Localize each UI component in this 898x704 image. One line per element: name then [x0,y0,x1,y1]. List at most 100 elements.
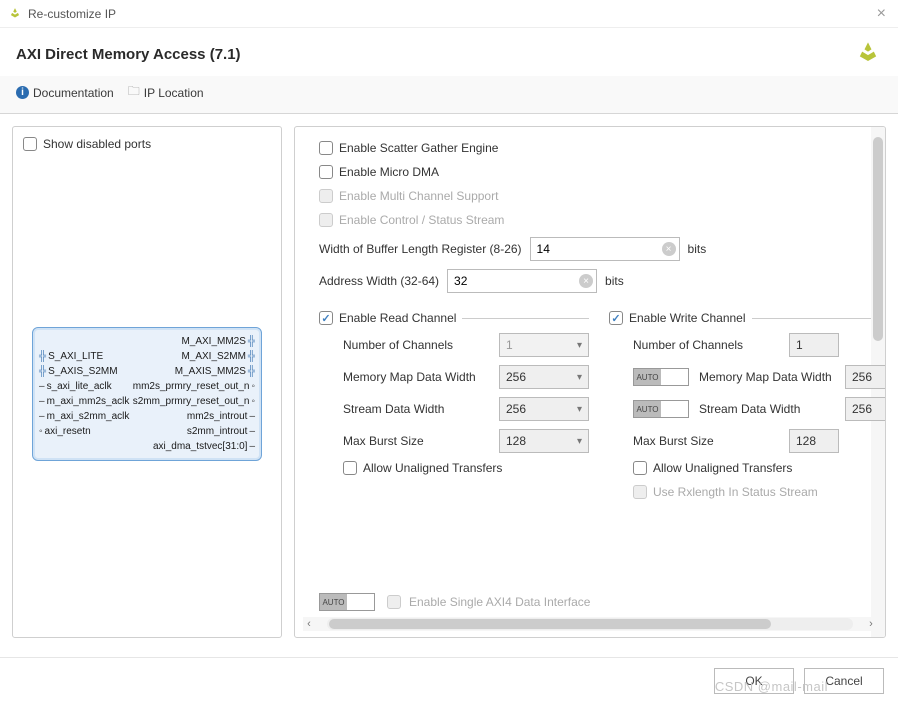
enable-read-channel-label: Enable Read Channel [339,311,456,325]
read-channel-group: Enable Read Channel Number of Channels 1… [319,301,589,509]
read-allow-unaligned-row[interactable]: Allow Unaligned Transfers [343,461,589,475]
header: AXI Direct Memory Access (7.1) [0,28,898,76]
write-allow-unaligned-checkbox[interactable] [633,461,647,475]
single-axi4-label: Enable Single AXI4 Data Interface [409,595,590,609]
buffer-length-unit: bits [688,242,707,256]
vendor-logo-icon [854,40,882,68]
write-use-rxlength-label: Use Rxlength In Status Stream [653,485,818,499]
ip-location-link[interactable]: 🗀 IP Location [128,82,204,103]
left-panel: Show disabled ports M_AXI_MM2S╬ ╬S_AXI_L… [12,126,282,638]
write-allow-unaligned-label: Allow Unaligned Transfers [653,461,792,475]
write-mem-map-auto-toggle[interactable]: AUTO [633,368,689,386]
write-stream-auto-toggle[interactable]: AUTO [633,400,689,418]
read-burst-select[interactable]: 128 ▾ [499,429,589,453]
port-right: axi_dma_tstvec[31:0] [153,440,248,453]
toolbar: i Documentation 🗀 IP Location [0,76,898,114]
address-width-label: Address Width (32-64) [319,274,439,288]
ip-block-diagram: M_AXI_MM2S╬ ╬S_AXI_LITE M_AXI_S2MM╬ ╬S_A… [32,327,262,461]
port-left: m_axi_s2mm_aclk [47,410,130,423]
enable-ctrl-status-row: Enable Control / Status Stream [319,213,861,227]
show-disabled-ports-checkbox[interactable] [23,137,37,151]
enable-scatter-gather-checkbox[interactable] [319,141,333,155]
write-allow-unaligned-row[interactable]: Allow Unaligned Transfers [633,461,885,475]
app-logo-icon [8,7,22,21]
port-right: M_AXIS_MM2S [175,365,246,378]
close-icon[interactable]: × [873,5,890,23]
page-title: AXI Direct Memory Access (7.1) [16,46,854,63]
enable-read-channel-checkbox[interactable] [319,311,333,325]
port-right: s2mm_introut [187,425,248,438]
read-burst-value: 128 [506,434,526,448]
address-width-input[interactable] [447,269,597,293]
enable-scatter-gather-row[interactable]: Enable Scatter Gather Engine [319,141,861,155]
single-axi4-auto-toggle[interactable]: AUTO [319,593,375,611]
clear-icon[interactable]: × [579,274,593,288]
buffer-length-row: Width of Buffer Length Register (8-26) ×… [319,237,861,261]
enable-ctrl-status-checkbox [319,213,333,227]
scroll-right-icon[interactable]: › [865,618,877,630]
show-disabled-ports-label: Show disabled ports [43,137,151,151]
read-burst-label: Max Burst Size [343,434,493,448]
enable-ctrl-status-label: Enable Control / Status Stream [339,213,504,227]
read-mem-map-label: Memory Map Data Width [343,370,493,384]
read-allow-unaligned-checkbox[interactable] [343,461,357,475]
port-left: axi_resetn [45,425,91,438]
enable-micro-dma-checkbox[interactable] [319,165,333,179]
write-use-rxlength-row: Use Rxlength In Status Stream [633,485,885,499]
port-left: S_AXI_LITE [48,350,103,363]
address-width-row: Address Width (32-64) × bits [319,269,861,293]
documentation-link[interactable]: i Documentation [16,86,114,100]
read-stream-value: 256 [506,402,526,416]
show-disabled-ports-row[interactable]: Show disabled ports [23,137,271,151]
chevron-down-icon: ▾ [577,340,582,351]
enable-micro-dma-label: Enable Micro DMA [339,165,439,179]
read-mem-map-select[interactable]: 256 ▾ [499,365,589,389]
write-stream-label: Stream Data Width [699,402,839,416]
enable-write-channel-label: Enable Write Channel [629,311,746,325]
buffer-length-label: Width of Buffer Length Register (8-26) [319,242,522,256]
cancel-button[interactable]: Cancel [804,668,884,694]
enable-multi-channel-label: Enable Multi Channel Support [339,189,498,203]
footer: OK Cancel [0,657,898,704]
ok-button[interactable]: OK [714,668,794,694]
enable-micro-dma-row[interactable]: Enable Micro DMA [319,165,861,179]
port-right: mm2s_introut [187,410,248,423]
chevron-down-icon: ▾ [577,436,582,447]
read-num-channels-label: Number of Channels [343,338,493,352]
read-mem-map-value: 256 [506,370,526,384]
port-left: m_axi_mm2s_aclk [47,395,130,408]
port-left: s_axi_lite_aclk [47,380,112,393]
titlebar: Re-customize IP × [0,0,898,28]
scroll-left-icon[interactable]: ‹ [303,618,315,630]
port-right: mm2s_prmry_reset_out_n [133,380,250,393]
horizontal-scrollbar[interactable]: ‹ › [303,617,877,631]
enable-scatter-gather-label: Enable Scatter Gather Engine [339,141,498,155]
chevron-down-icon: ▾ [577,372,582,383]
documentation-label: Documentation [33,86,114,100]
ip-location-label: IP Location [144,86,204,100]
read-allow-unaligned-label: Allow Unaligned Transfers [363,461,502,475]
write-burst-label: Max Burst Size [633,434,783,448]
info-icon: i [16,86,29,99]
window-title: Re-customize IP [28,7,116,21]
write-stream-value-box: 256 [845,397,885,421]
port-right: s2mm_prmry_reset_out_n [133,395,250,408]
write-num-channels-value: 1 [789,333,839,357]
buffer-length-input[interactable] [530,237,680,261]
read-stream-select[interactable]: 256 ▾ [499,397,589,421]
single-axi4-checkbox [387,595,401,609]
port-right: M_AXI_MM2S [181,335,245,348]
read-num-channels-value: 1 [506,338,513,352]
write-mem-map-value-box: 256 [845,365,885,389]
clear-icon[interactable]: × [662,242,676,256]
chevron-down-icon: ▾ [577,404,582,415]
address-width-unit: bits [605,274,624,288]
read-num-channels-select[interactable]: 1 ▾ [499,333,589,357]
read-stream-label: Stream Data Width [343,402,493,416]
enable-write-channel-checkbox[interactable] [609,311,623,325]
write-use-rxlength-checkbox [633,485,647,499]
enable-multi-channel-row: Enable Multi Channel Support [319,189,861,203]
single-axi4-row: AUTO Enable Single AXI4 Data Interface [295,587,885,615]
write-mem-map-label: Memory Map Data Width [699,370,839,384]
write-channel-group: Enable Write Channel Number of Channels … [609,301,885,509]
